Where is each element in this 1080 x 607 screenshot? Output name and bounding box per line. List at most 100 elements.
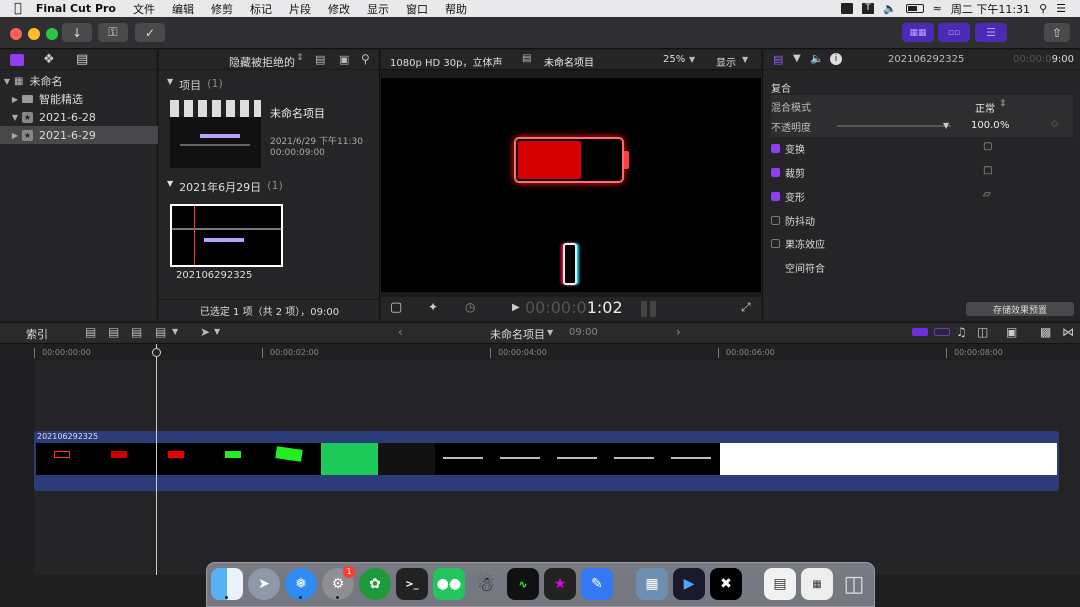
library-item-event-0629[interactable]: ▶ ★ 2021-6-29 — [0, 126, 158, 144]
menu-edit[interactable]: 编辑 — [172, 1, 194, 17]
qq-icon[interactable]: ☃ — [470, 568, 502, 600]
disclosure-open-icon[interactable]: ▼ — [0, 77, 14, 86]
playhead-handle[interactable] — [152, 348, 161, 357]
clip-thumbnail[interactable] — [170, 204, 283, 267]
viewer-timecode[interactable]: 00:00:0 1:02 — [525, 298, 623, 317]
audio-inspector-icon[interactable]: 🔈 — [810, 52, 824, 65]
safari-icon[interactable]: ❅ — [285, 568, 317, 600]
share-button[interactable]: ⇧ — [1044, 23, 1070, 42]
viewer-display-menu[interactable]: 显示 — [716, 54, 736, 69]
clapper-library-icon[interactable] — [10, 54, 24, 66]
library-item-smart-collections[interactable]: ▶ 智能精选 — [0, 90, 158, 108]
video-inspector-icon[interactable]: ▤ — [773, 53, 783, 66]
play-icon[interactable]: ▶ — [512, 302, 520, 313]
checkbox-checked-icon[interactable] — [771, 143, 780, 153]
menu-file[interactable]: 文件 — [133, 1, 155, 17]
date-section-header[interactable]: ▼ 2021年6月29日 (1) — [167, 179, 283, 195]
info-icon[interactable]: i — [830, 53, 842, 65]
disclosure-closed-icon[interactable]: ▶ — [8, 95, 22, 104]
select-tool-icon[interactable]: ➤ — [200, 325, 210, 339]
chevron-down-icon[interactable]: ▼ — [742, 55, 748, 64]
audio-skimming-icon[interactable] — [934, 328, 950, 336]
viewer-zoom-menu[interactable]: 25% — [663, 54, 685, 65]
preview-icon[interactable]: ▦ — [636, 568, 668, 600]
apple-menu-icon[interactable]:  — [14, 1, 22, 16]
wifi-icon[interactable]: ≈ — [933, 2, 942, 15]
titles-generators-icon[interactable]: ▤ — [76, 52, 88, 67]
minimize-window-button[interactable] — [28, 28, 40, 40]
updown-chevron-icon[interactable]: ⇕ — [999, 99, 1007, 109]
trash-icon[interactable]: ◫ — [838, 568, 870, 600]
disclosure-open-icon[interactable]: ▼ — [167, 77, 173, 93]
inspector-row-rolling-shutter[interactable]: 果冻效应 — [771, 232, 1073, 254]
inspector-toggle-button[interactable]: ☰ — [975, 23, 1007, 42]
background-tasks-button[interactable]: ✓ — [135, 23, 165, 42]
menu-modify[interactable]: 修改 — [328, 1, 350, 17]
effects-browser-icon[interactable]: ▩ — [1040, 325, 1051, 339]
forward-history-icon[interactable]: › — [676, 325, 681, 339]
menu-clip[interactable]: 片段 — [289, 1, 311, 17]
timeline-ruler[interactable]: 00:00:00:00 00:00:02:00 00:00:04:00 00:0… — [0, 344, 1080, 360]
projects-section-header[interactable]: ▼ 项目 (1) — [167, 77, 223, 93]
chevron-down-icon[interactable]: ▼ — [214, 327, 220, 336]
inspector-row-distort[interactable]: 变形 ▱ — [771, 185, 1073, 207]
pages-pen-icon[interactable]: ✎ — [581, 568, 613, 600]
final-cut-pro-icon[interactable]: ★ — [544, 568, 576, 600]
checkbox-checked-icon[interactable] — [771, 191, 780, 201]
append-clip-icon[interactable]: ▤ — [131, 325, 142, 339]
menu-view[interactable]: 显示 — [367, 1, 389, 17]
checkbox-unchecked-icon[interactable] — [771, 238, 780, 248]
timeline-toggle-button[interactable]: ▫▫ — [938, 23, 970, 42]
skimming-icon[interactable] — [912, 328, 928, 336]
terminal-icon[interactable]: >_ — [396, 568, 428, 600]
menu-help[interactable]: 帮助 — [445, 1, 467, 17]
opacity-slider[interactable]: ▼ — [837, 121, 951, 130]
inspector-row-crop[interactable]: 裁剪 □ — [771, 161, 1073, 183]
green-app-icon[interactable]: ✿ — [359, 568, 391, 600]
fullscreen-icon[interactable]: ⤢ — [741, 300, 751, 315]
library-root[interactable]: ▼ ▦ 未命名 — [0, 72, 158, 90]
keywords-button[interactable]: ⚿ — [98, 23, 128, 42]
launchpad-icon[interactable]: ➤ — [248, 568, 280, 600]
distort-onscreen-icon[interactable]: ▱ — [983, 189, 991, 200]
filmstrip-view-icon[interactable]: ▣ — [339, 53, 349, 66]
save-effects-preset-button[interactable]: 存储效果预置 — [966, 302, 1074, 316]
chevron-down-icon[interactable]: ▼ — [547, 328, 553, 337]
insert-clip-icon[interactable]: ▤ — [108, 325, 119, 339]
import-button[interactable]: ↓ — [62, 23, 92, 42]
search-icon[interactable]: ⚲ — [1039, 2, 1047, 15]
clip-name[interactable]: 202106292325 — [176, 270, 252, 281]
wechat-icon[interactable]: ●● — [433, 568, 465, 600]
menu-app-name[interactable]: Final Cut Pro — [36, 2, 116, 15]
clip-appearance-icon[interactable]: ▣ — [1006, 325, 1017, 339]
inspector-row-stabilization[interactable]: 防抖动 — [771, 209, 1073, 231]
inspector-row-transform[interactable]: 变换 ▢ — [771, 137, 1073, 159]
slider-thumb-icon[interactable]: ▼ — [943, 121, 949, 130]
volume-icon[interactable]: 🔈 — [883, 2, 897, 15]
crop-onscreen-icon[interactable]: □ — [983, 165, 992, 176]
checkbox-checked-icon[interactable] — [771, 167, 780, 177]
disclosure-closed-icon[interactable]: ▶ — [8, 131, 22, 140]
photos-audio-icon[interactable]: ❖ — [43, 52, 55, 67]
disclosure-open-icon[interactable]: ▼ — [167, 179, 173, 195]
timeline-clip[interactable]: 202106292325 — [34, 431, 1059, 491]
browser-toggle-button[interactable]: ▦▦ — [902, 23, 934, 42]
color-inspector-icon[interactable]: ▼ — [793, 53, 801, 64]
input-method-icon[interactable]: T — [861, 3, 874, 14]
blend-mode-popup[interactable]: 正常 — [975, 100, 995, 115]
menu-clock[interactable]: 周二 下午11:31 — [951, 1, 1030, 17]
close-window-button[interactable] — [10, 28, 22, 40]
checkbox-unchecked-icon[interactable] — [771, 215, 780, 225]
snapping-icon[interactable]: ◫ — [977, 325, 988, 339]
project-thumbnail[interactable] — [170, 100, 261, 168]
project-name[interactable]: 未命名项目 — [270, 105, 325, 121]
connect-clip-icon[interactable]: ▤ — [85, 325, 96, 339]
opacity-value[interactable]: 100.0 — [971, 120, 1000, 131]
finder-icon[interactable] — [211, 568, 243, 600]
timeline[interactable]: 202106292325 — [0, 344, 1080, 575]
playhead[interactable] — [156, 344, 157, 575]
back-history-icon[interactable]: ‹ — [398, 325, 403, 339]
capcut-icon[interactable]: ✖ — [710, 568, 742, 600]
transform-tool-icon[interactable]: ▢ — [390, 300, 402, 315]
menu-window[interactable]: 窗口 — [406, 1, 428, 17]
